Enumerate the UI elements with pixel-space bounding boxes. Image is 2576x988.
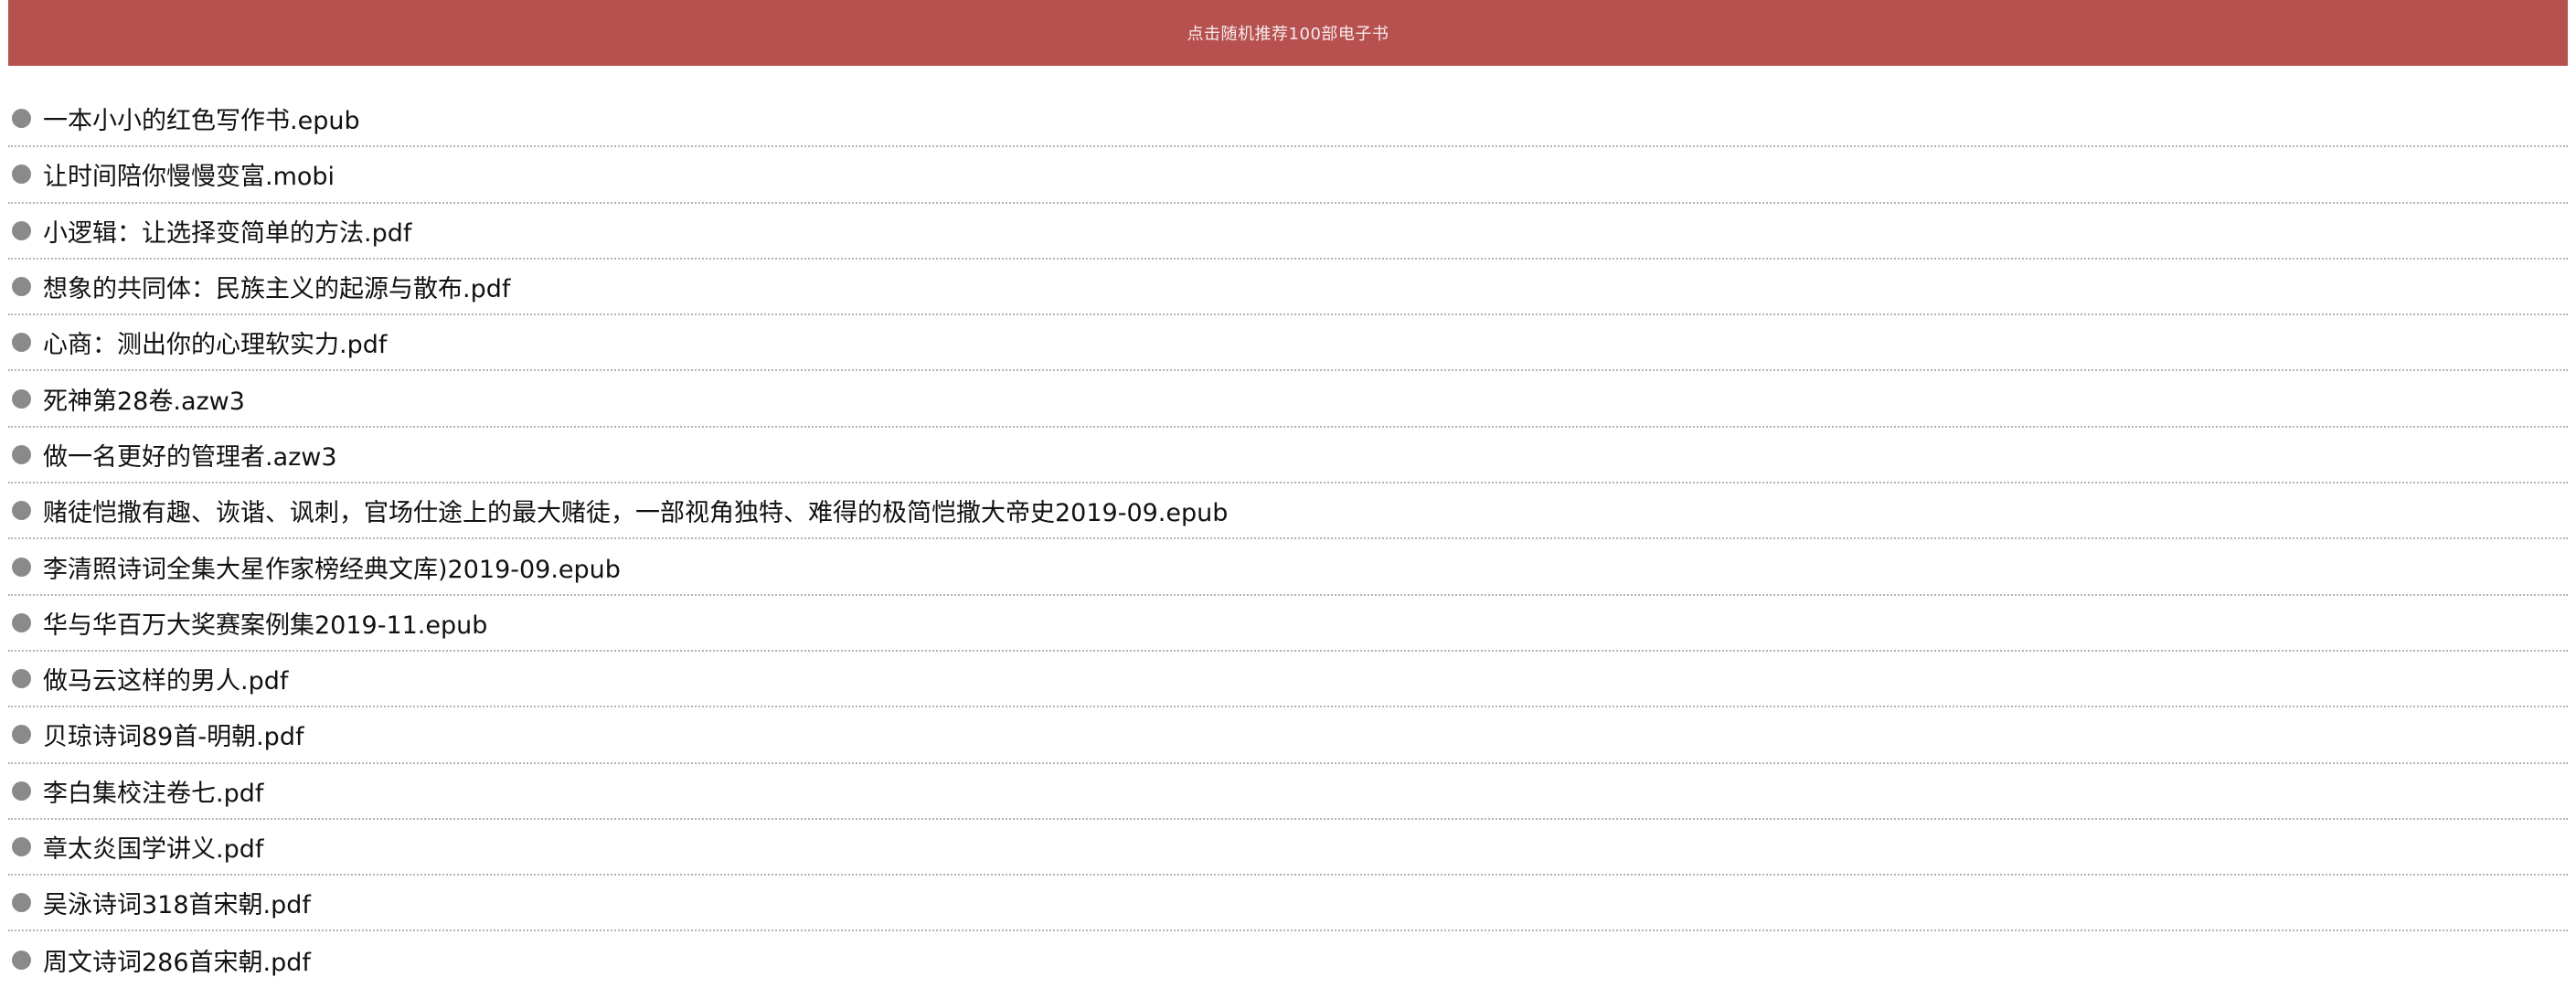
list-item: 做马云这样的男人.pdf [8, 652, 2568, 708]
ebook-link[interactable]: 章太炎国学讲义.pdf [43, 829, 263, 865]
list-item: 李清照诗词全集大星作家榜经典文库)2019-09.epub [8, 539, 2568, 596]
bullet-icon [12, 388, 31, 409]
ebook-link[interactable]: 赌徒恺撒有趣、诙谐、讽刺，官场仕途上的最大赌徒，一部视角独特、难得的极简恺撒大帝… [43, 493, 1228, 528]
ebook-link[interactable]: 做一名更好的管理者.azw3 [43, 437, 337, 473]
ebook-link[interactable]: 想象的共同体：民族主义的起源与散布.pdf [43, 269, 510, 304]
ebook-link[interactable]: 做马云这样的男人.pdf [43, 661, 288, 696]
bullet-icon [12, 781, 31, 801]
bullet-icon [12, 725, 31, 745]
list-item: 赌徒恺撒有趣、诙谐、讽刺，官场仕途上的最大赌徒，一部视角独特、难得的极简恺撒大帝… [8, 483, 2568, 540]
list-item: 李白集校注卷七.pdf [8, 764, 2568, 820]
bullet-icon [12, 669, 31, 689]
ebook-link[interactable]: 贝琼诗词89首-明朝.pdf [43, 717, 303, 752]
list-item: 心商：测出你的心理软实力.pdf [8, 315, 2568, 372]
list-item: 贝琼诗词89首-明朝.pdf [8, 707, 2568, 764]
bullet-icon [12, 333, 31, 353]
list-item: 想象的共同体：民族主义的起源与散布.pdf [8, 260, 2568, 316]
ebook-list: 一本小小的红色写作书.epub 让时间陪你慢慢变富.mobi 小逻辑：让选择变简… [8, 91, 2568, 988]
bullet-icon [12, 893, 31, 913]
list-item: 周文诗词286首宋朝.pdf [8, 931, 2568, 987]
ebook-link[interactable]: 让时间陪你慢慢变富.mobi [43, 156, 335, 192]
ebook-link[interactable]: 一本小小的红色写作书.epub [43, 101, 360, 136]
ebook-link[interactable]: 华与华百万大奖赛案例集2019-11.epub [43, 605, 487, 641]
bullet-icon [12, 501, 31, 521]
list-item: 吴泳诗词318首宋朝.pdf [8, 876, 2568, 932]
bullet-icon [12, 837, 31, 856]
list-item: 让时间陪你慢慢变富.mobi [8, 147, 2568, 204]
list-item: 小逻辑：让选择变简单的方法.pdf [8, 204, 2568, 260]
list-item: 死神第28卷.azw3 [8, 371, 2568, 428]
bullet-icon [12, 950, 31, 970]
list-item: 做一名更好的管理者.azw3 [8, 428, 2568, 484]
list-item: 一本小小的红色写作书.epub [8, 91, 2568, 148]
random-recommend-label: 点击随机推荐100部电子书 [1187, 25, 1389, 44]
bullet-icon [12, 277, 31, 297]
ebook-link[interactable]: 死神第28卷.azw3 [43, 381, 245, 417]
ebook-link[interactable]: 心商：测出你的心理软实力.pdf [43, 324, 387, 360]
random-recommend-button[interactable]: 点击随机推荐100部电子书 [8, 0, 2568, 66]
bullet-icon [12, 612, 31, 632]
bullet-icon [12, 220, 31, 240]
ebook-link[interactable]: 小逻辑：让选择变简单的方法.pdf [43, 213, 411, 249]
list-item: 章太炎国学讲义.pdf [8, 820, 2568, 876]
ebook-link[interactable]: 周文诗词286首宋朝.pdf [43, 942, 311, 978]
bullet-icon [12, 444, 31, 464]
list-item: 华与华百万大奖赛案例集2019-11.epub [8, 596, 2568, 652]
ebook-link[interactable]: 李白集校注卷七.pdf [43, 773, 263, 809]
ebook-link[interactable]: 吴泳诗词318首宋朝.pdf [43, 885, 311, 920]
bullet-icon [12, 165, 31, 185]
ebook-link[interactable]: 李清照诗词全集大星作家榜经典文库)2019-09.epub [43, 549, 621, 585]
bullet-icon [12, 557, 31, 577]
bullet-icon [12, 109, 31, 129]
